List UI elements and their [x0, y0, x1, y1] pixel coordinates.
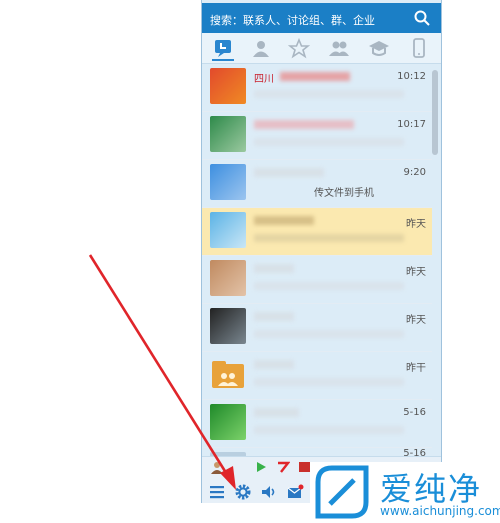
- watermark-url: www.aichunjing.com: [380, 504, 500, 518]
- logo-mark-icon: [315, 465, 369, 519]
- red-arrow-annotation: [88, 254, 236, 490]
- watermark-logo: 爱纯净 www.aichunjing.com: [310, 462, 500, 523]
